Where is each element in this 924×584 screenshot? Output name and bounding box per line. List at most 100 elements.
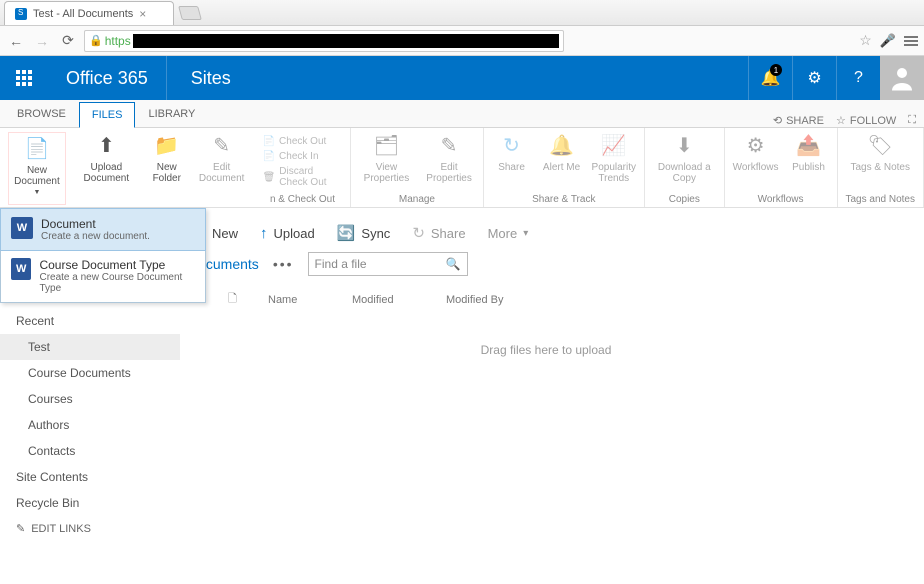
new-document-icon: 📄 xyxy=(23,135,51,163)
view-properties-button[interactable]: 🗂View Properties xyxy=(359,132,413,192)
person-icon xyxy=(887,63,917,93)
chevron-down-icon: ▾ xyxy=(523,228,528,239)
upload-button[interactable]: ↑ Upload xyxy=(260,225,315,242)
word-icon: W xyxy=(11,258,31,280)
dropdown-title: Document xyxy=(41,217,150,231)
sync-icon: 🔄 xyxy=(337,224,356,242)
publish-icon: 📤 xyxy=(795,132,823,160)
sharepoint-favicon xyxy=(15,8,27,20)
dropdown-subtitle: Create a new document. xyxy=(41,231,150,242)
nav-site-contents[interactable]: Site Contents xyxy=(0,464,180,490)
share-icon: ↻ xyxy=(412,224,425,242)
url-redacted xyxy=(133,34,559,48)
notifications-button[interactable]: 🔔 1 xyxy=(748,56,792,100)
dropdown-item-document[interactable]: W Document Create a new document. xyxy=(0,208,206,251)
new-document-dropdown: W Document Create a new document. W Cour… xyxy=(0,208,206,303)
nav-recent[interactable]: Recent xyxy=(0,308,180,334)
nav-recycle-bin[interactable]: Recycle Bin xyxy=(0,490,180,516)
col-modified-by[interactable]: Modified By xyxy=(446,294,503,306)
follow-button[interactable]: ☆ FOLLOW xyxy=(836,114,896,127)
check-in-button[interactable]: 📄 Check In xyxy=(263,151,343,162)
help-icon: ? xyxy=(854,69,863,87)
brand-label[interactable]: Office 365 xyxy=(48,56,166,100)
discard-check-out-button[interactable]: 🗑 Discard Check Out xyxy=(263,166,343,188)
upload-icon: ↑ xyxy=(260,225,268,242)
check-out-button[interactable]: 📄 Check Out xyxy=(263,136,343,147)
address-bar[interactable]: 🔒 https xyxy=(84,30,564,52)
dropdown-subtitle: Create a new Course Document Type xyxy=(39,272,195,294)
upload-icon: ⬆ xyxy=(92,132,120,160)
nav-test[interactable]: Test xyxy=(0,334,180,360)
browser-tab[interactable]: Test - All Documents × xyxy=(4,1,174,25)
help-button[interactable]: ? xyxy=(836,56,880,100)
nav-courses[interactable]: Courses xyxy=(0,386,180,412)
drop-zone[interactable]: Drag files here to upload xyxy=(188,313,904,387)
dropdown-item-course-document[interactable]: W Course Document Type Create a new Cour… xyxy=(1,250,205,302)
dropdown-title: Course Document Type xyxy=(39,258,195,272)
extension-icon[interactable]: 🎤 xyxy=(880,33,896,49)
edit-properties-icon: ✎ xyxy=(435,132,463,160)
col-name[interactable]: Name xyxy=(268,294,328,306)
group-checkout-label: n & Check Out xyxy=(270,192,335,205)
browser-menu-icon[interactable] xyxy=(904,36,918,46)
app-launcher-icon[interactable] xyxy=(0,56,48,100)
list-header: ✓ 🗋 Name Modified Modified By xyxy=(188,286,904,313)
more-options-icon[interactable]: ••• xyxy=(273,256,294,272)
tags-icon: 🏷 xyxy=(866,132,894,160)
user-avatar[interactable] xyxy=(880,56,924,100)
forward-button[interactable]: → xyxy=(32,31,52,51)
share-icon: ↻ xyxy=(498,132,526,160)
bookmark-icon[interactable]: ☆ xyxy=(859,32,872,49)
edit-document-button[interactable]: ✎ Edit Document xyxy=(197,132,247,205)
search-input[interactable]: Find a file 🔍 xyxy=(308,252,468,276)
group-tags-label: Tags and Notes xyxy=(846,192,916,205)
trends-icon: 📈 xyxy=(600,132,628,160)
search-icon[interactable]: 🔍 xyxy=(446,257,461,271)
workflow-icon: ⚙ xyxy=(742,132,770,160)
reload-button[interactable]: ⟳ xyxy=(58,31,78,51)
tags-notes-button[interactable]: 🏷Tags & Notes xyxy=(851,132,910,192)
gear-icon: ⚙ xyxy=(807,68,821,88)
lock-icon: 🔒 xyxy=(89,34,103,47)
notification-badge: 1 xyxy=(770,64,782,76)
new-folder-button[interactable]: 📁 New Folder xyxy=(147,132,187,205)
workflows-button[interactable]: ⚙Workflows xyxy=(733,132,779,192)
https-label: https xyxy=(105,34,131,48)
close-tab-icon[interactable]: × xyxy=(139,7,146,21)
folder-icon: 📁 xyxy=(153,132,181,160)
settings-button[interactable]: ⚙ xyxy=(792,56,836,100)
download-copy-button[interactable]: ⬇Download a Copy xyxy=(653,132,716,192)
tab-files[interactable]: FILES xyxy=(79,102,136,128)
new-tab-button[interactable] xyxy=(178,6,202,20)
upload-document-button[interactable]: ⬆ Upload Document xyxy=(76,132,137,205)
group-manage-label: Manage xyxy=(399,192,435,205)
edit-properties-button[interactable]: ✎Edit Properties xyxy=(424,132,475,192)
nav-authors[interactable]: Authors xyxy=(0,412,180,438)
site-label[interactable]: Sites xyxy=(166,56,255,100)
edit-icon: ✎ xyxy=(208,132,236,160)
back-button[interactable]: ← xyxy=(6,31,26,51)
share-item-button[interactable]: ↻Share xyxy=(492,132,532,192)
focus-content-icon[interactable]: ⛶ xyxy=(908,114,916,127)
tab-library[interactable]: LIBRARY xyxy=(135,101,208,127)
tab-browse[interactable]: BROWSE xyxy=(4,101,79,127)
new-document-button[interactable]: 📄 New Document ▼ xyxy=(8,132,66,205)
nav-contacts[interactable]: Contacts xyxy=(0,438,180,464)
share-page-button[interactable]: ⟲ SHARE xyxy=(773,114,824,127)
nav-course-documents[interactable]: Course Documents xyxy=(0,360,180,386)
col-modified[interactable]: Modified xyxy=(352,294,422,306)
tab-title: Test - All Documents xyxy=(33,8,133,20)
pencil-icon: ✎ xyxy=(16,522,25,535)
group-workflows-label: Workflows xyxy=(758,192,804,205)
share-button[interactable]: ↻ Share xyxy=(412,224,465,242)
properties-icon: 🗂 xyxy=(372,132,400,160)
type-icon: 🗋 xyxy=(228,290,244,309)
sync-button[interactable]: 🔄 Sync xyxy=(337,224,391,242)
chevron-down-icon: ▼ xyxy=(34,189,41,197)
alert-me-button[interactable]: 🔔Alert Me xyxy=(542,132,582,192)
more-button[interactable]: More ▾ xyxy=(488,226,529,241)
nav-edit-links[interactable]: ✎ EDIT LINKS xyxy=(0,516,180,541)
publish-button[interactable]: 📤Publish xyxy=(789,132,829,192)
popularity-trends-button[interactable]: 📈Popularity Trends xyxy=(592,132,636,192)
word-icon: W xyxy=(11,217,33,239)
